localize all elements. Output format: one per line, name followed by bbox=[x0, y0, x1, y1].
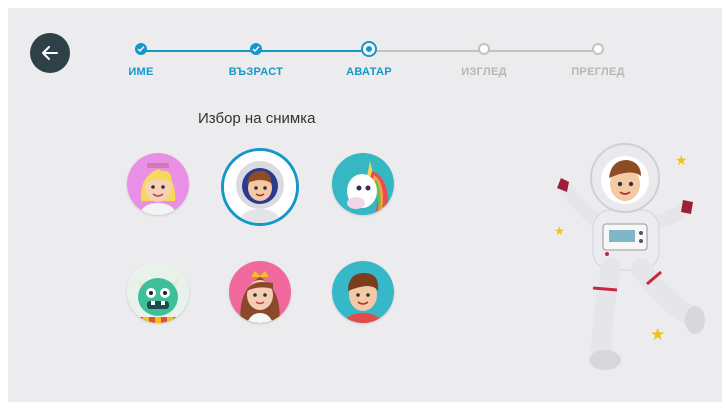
step-label-name[interactable]: ИМЕ bbox=[128, 66, 153, 78]
page-heading: Избор на снимка bbox=[198, 110, 316, 127]
avatar-unicorn[interactable] bbox=[332, 153, 394, 215]
step-dot-3[interactable] bbox=[363, 43, 375, 55]
star-icon: ★ bbox=[554, 224, 565, 238]
step-connector bbox=[484, 50, 598, 52]
star-icon: ★ bbox=[650, 325, 666, 344]
step-dot-4 bbox=[478, 43, 490, 55]
step-connector bbox=[142, 50, 256, 52]
check-icon bbox=[252, 46, 260, 53]
step-label-avatar[interactable]: АВАТАР bbox=[346, 66, 392, 78]
progress-stepper: ИМЕ ВЪЗРАСТ АВАТАР ИЗГЛЕД ПРЕГЛЕД bbox=[8, 8, 722, 98]
step-dot-1[interactable] bbox=[135, 43, 147, 55]
avatar-boy[interactable] bbox=[332, 261, 394, 323]
avatar-princess[interactable] bbox=[229, 261, 291, 323]
check-icon bbox=[137, 46, 145, 53]
avatar-blonde-girl[interactable] bbox=[127, 153, 189, 215]
star-icon: ★ bbox=[675, 152, 688, 168]
avatar-astronaut-boy[interactable] bbox=[221, 148, 299, 226]
step-label-age[interactable]: ВЪЗРАСТ bbox=[229, 66, 283, 78]
step-dot-2[interactable] bbox=[250, 43, 262, 55]
step-label-review: ПРЕГЛЕД bbox=[571, 66, 625, 78]
step-label-look: ИЗГЛЕД bbox=[461, 66, 507, 78]
avatar-green-monster[interactable] bbox=[127, 261, 189, 323]
astronaut-illustration bbox=[543, 138, 713, 383]
step-connector bbox=[369, 50, 484, 52]
screen: ИМЕ ВЪЗРАСТ АВАТАР ИЗГЛЕД ПРЕГЛЕД Избор … bbox=[8, 8, 722, 402]
step-connector bbox=[256, 50, 369, 52]
step-dot-5 bbox=[592, 43, 604, 55]
